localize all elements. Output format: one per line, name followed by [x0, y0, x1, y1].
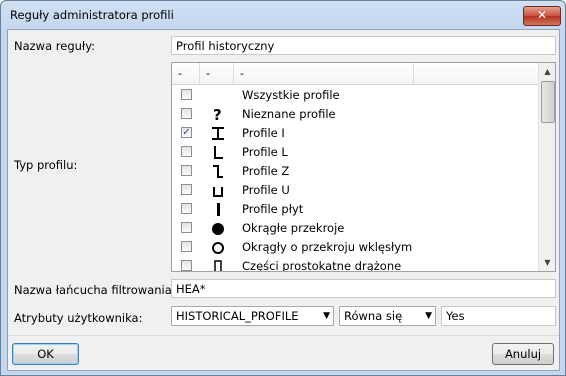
operator-select[interactable]: Równa się ▼ — [339, 306, 436, 326]
ok-button[interactable]: OK — [12, 343, 79, 365]
checkbox[interactable] — [181, 146, 192, 157]
checkbox[interactable] — [181, 260, 192, 271]
scroll-up-icon[interactable]: ▲ — [539, 63, 555, 80]
list-item[interactable]: Części prostokatne drążone — [172, 257, 538, 272]
list-item-label: Okrągły o przekroju wklęsłym — [242, 240, 413, 254]
attribute-select[interactable]: HISTORICAL_PROFILE ▼ — [171, 306, 334, 326]
operator-select-value: Równa się — [344, 309, 403, 323]
list-scrollbar[interactable]: ▲ ▼ — [538, 63, 555, 271]
checkbox[interactable] — [181, 108, 192, 119]
profile-type-label: Typ profilu: — [14, 158, 78, 172]
plate-profile-icon — [217, 203, 220, 216]
list-item[interactable]: Profile L — [172, 143, 538, 162]
checkbox[interactable] — [181, 184, 192, 195]
chevron-down-icon: ▼ — [425, 311, 432, 321]
list-item[interactable]: ✓ Profile I — [172, 124, 538, 143]
checkbox[interactable]: ✓ — [181, 127, 192, 138]
list-item[interactable]: Okrągły o przekroju wklęsłym — [172, 238, 538, 257]
scroll-down-icon[interactable]: ▼ — [539, 254, 555, 271]
close-button[interactable]: ✕ — [523, 6, 561, 26]
user-attributes-label: Atrybuty użytkownika: — [14, 311, 143, 325]
l-profile-icon — [214, 146, 223, 159]
cancel-button[interactable]: Anuluj — [492, 343, 554, 365]
list-item[interactable]: Profile Z — [172, 162, 538, 181]
list-item-label: Profile I — [242, 126, 285, 140]
column-header-name[interactable]: - — [234, 63, 414, 84]
list-item-label: Profile Z — [242, 164, 290, 178]
chevron-down-icon: ▼ — [323, 311, 330, 321]
list-item[interactable]: Profile U — [172, 181, 538, 200]
question-icon: ? — [213, 106, 222, 123]
divider — [8, 335, 559, 336]
checkbox[interactable] — [181, 89, 192, 100]
filter-chain-label: Nazwa łańcucha filtrowania: — [14, 283, 176, 297]
z-profile-icon — [213, 165, 223, 178]
rule-name-label: Nazwa reguły: — [14, 39, 96, 53]
i-beam-icon — [212, 127, 224, 140]
list-item[interactable]: ? Nieznane profile — [172, 105, 538, 124]
list-item-label: Wszystkie profile — [242, 88, 340, 102]
u-profile-icon — [213, 187, 223, 197]
profile-type-list[interactable]: - - - Wszystkie profile ? Nieznane profi… — [171, 62, 556, 272]
attribute-select-value: HISTORICAL_PROFILE — [176, 309, 299, 323]
checkbox[interactable] — [181, 203, 192, 214]
list-item[interactable]: Profile płyt — [172, 200, 538, 219]
column-header-check[interactable]: - — [172, 63, 200, 84]
checkbox[interactable] — [181, 222, 192, 233]
dialog-window: Reguły administratora profili ✕ Nazwa re… — [0, 0, 566, 376]
svg-text:?: ? — [213, 106, 222, 123]
list-item-label: Profile płyt — [242, 202, 304, 216]
checkbox[interactable] — [181, 165, 192, 176]
list-item[interactable]: Okrągłe przekroje — [172, 219, 538, 238]
circular-hollow-icon — [212, 242, 224, 254]
window-title: Reguły administratora profili — [10, 8, 174, 22]
scroll-thumb[interactable] — [541, 81, 555, 123]
filter-chain-input[interactable]: HEA* — [171, 279, 556, 298]
round-bar-icon — [212, 223, 224, 235]
attribute-value-input[interactable]: Yes — [441, 306, 556, 326]
checkbox[interactable] — [181, 241, 192, 252]
list-item-label: Okrągłe przekroje — [242, 221, 345, 235]
list-header: - - - — [172, 63, 538, 85]
column-header-icon[interactable]: - — [200, 63, 234, 84]
list-item-label: Profile L — [242, 145, 288, 159]
list-item[interactable]: Wszystkie profile — [172, 86, 538, 105]
rule-name-input[interactable]: Profil historyczny — [171, 36, 556, 55]
list-item-label: Części prostokatne drążone — [242, 259, 402, 272]
list-item-label: Profile U — [242, 183, 290, 197]
list-item-label: Nieznane profile — [242, 107, 336, 121]
title-bar[interactable]: Reguły administratora profili ✕ — [1, 1, 565, 29]
dialog-body: Nazwa reguły: Profil historyczny Typ pro… — [7, 29, 560, 371]
rectangular-hollow-icon — [214, 260, 222, 271]
